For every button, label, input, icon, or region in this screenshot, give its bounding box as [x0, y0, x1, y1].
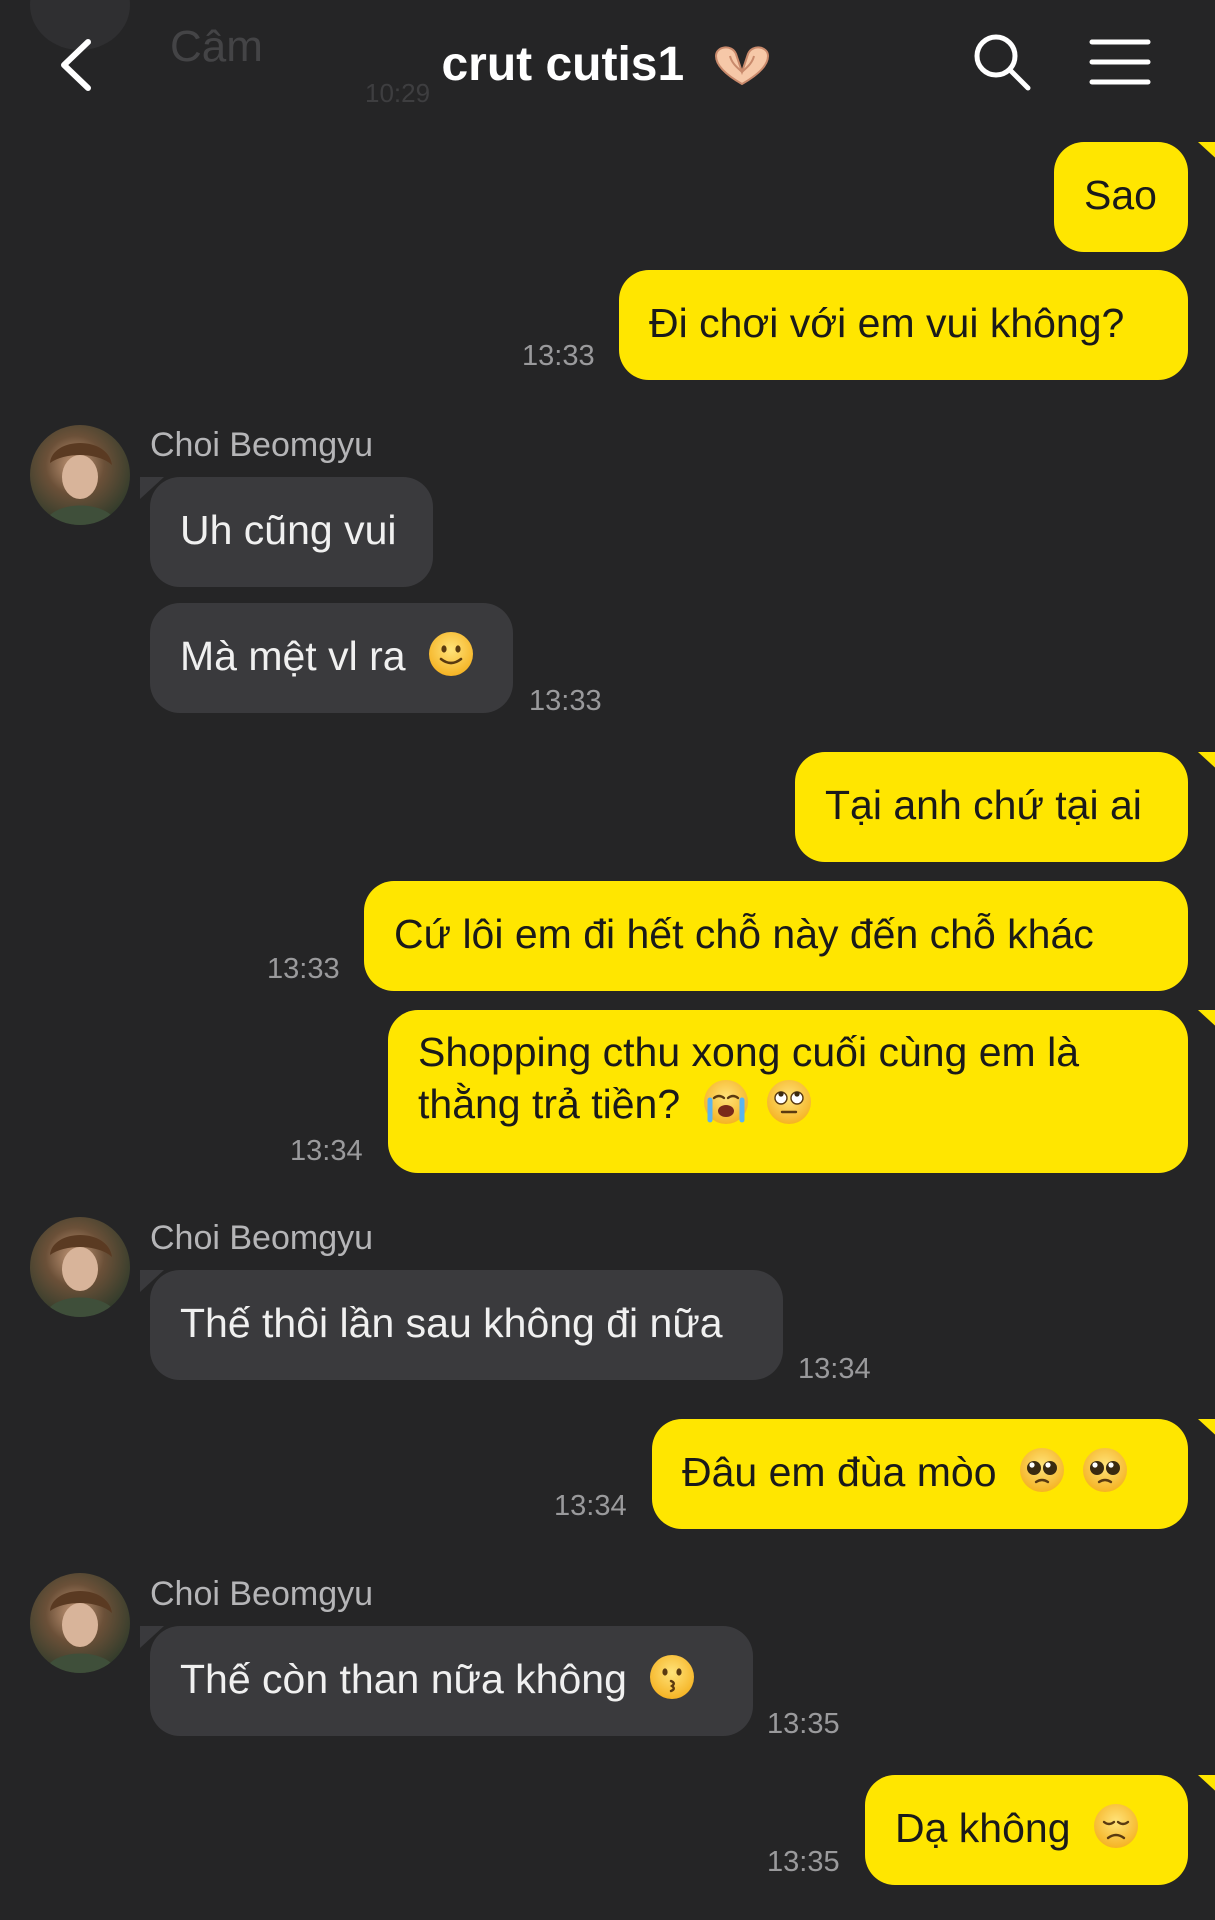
message-bubble-outgoing[interactable]: Tại anh chứ tại ai [795, 752, 1188, 862]
bubble-tail [1198, 1419, 1215, 1441]
message-bubble-incoming[interactable]: Uh cũng vui [150, 477, 433, 587]
message-text: Thế thôi lần sau không đi nữa [180, 1300, 723, 1346]
crying-face-icon [703, 1080, 748, 1124]
message-text: Mà mệt vl ra [180, 633, 406, 679]
message-timestamp: 13:34 [290, 1135, 363, 1167]
pleading-face-icon [1083, 1448, 1128, 1492]
sender-name: Choi Beomgyu [150, 1219, 374, 1257]
message-bubble-outgoing[interactable]: Dạ không [865, 1775, 1188, 1885]
message-bubble-outgoing[interactable]: Đâu em đùa mòo [652, 1419, 1188, 1529]
message-text: Đi chơi với em vui không? [649, 300, 1125, 346]
pleading-face-icon [1019, 1448, 1064, 1492]
hamburger-menu-icon [1089, 39, 1151, 85]
message-text: Thế còn than nữa không [180, 1656, 627, 1702]
eye-roll-face-icon [766, 1080, 811, 1124]
message-timestamp: 13:33 [522, 340, 595, 372]
message-timestamp: 13:35 [767, 1708, 840, 1740]
message-text: Đâu em đùa mòo [682, 1449, 997, 1495]
bubble-tail [1198, 142, 1215, 164]
message-text: Tại anh chứ tại ai [825, 782, 1142, 828]
message-bubble-outgoing[interactable]: Shopping cthu xong cuối cùng em là thằng… [388, 1010, 1188, 1173]
sender-name: Choi Beomgyu [150, 1575, 374, 1613]
bubble-tail [1198, 1010, 1215, 1032]
search-icon [974, 34, 1031, 91]
message-bubble-incoming[interactable]: Thế còn than nữa không [150, 1626, 753, 1736]
bubble-tail [1198, 1775, 1215, 1797]
message-timestamp: 13:35 [767, 1846, 840, 1878]
slightly-smiling-face-icon [428, 632, 473, 676]
message-text: Dạ không [895, 1805, 1071, 1851]
message-bubble-outgoing[interactable]: Cứ lôi em đi hết chỗ này đến chỗ khác [364, 881, 1188, 991]
avatar-photo [30, 1217, 130, 1317]
avatar-photo [30, 425, 130, 525]
bubble-tail [1198, 752, 1215, 774]
message-bubble-outgoing[interactable]: Đi chơi với em vui không? [619, 270, 1188, 380]
message-text: Cứ lôi em đi hết chỗ này đến chỗ khác [394, 911, 1094, 957]
message-timestamp: 13:34 [554, 1490, 627, 1522]
disappointed-face-icon [1093, 1804, 1138, 1848]
message-text: Sao [1084, 172, 1157, 218]
search-button[interactable] [970, 30, 1034, 94]
message-bubble-incoming[interactable]: Mà mệt vl ra [150, 603, 513, 713]
chat-header: Câm 10:29 crut cutis1 [0, 0, 1215, 130]
avatar[interactable] [30, 1573, 130, 1673]
avatar[interactable] [30, 425, 130, 525]
message-timestamp: 13:34 [798, 1353, 871, 1385]
heart-hands-icon [714, 46, 769, 86]
message-text: Uh cũng vui [180, 507, 397, 553]
message-bubble-outgoing[interactable]: Sao [1054, 142, 1188, 252]
message-bubble-incoming[interactable]: Thế thôi lần sau không đi nữa [150, 1270, 783, 1380]
kissing-face-icon [650, 1655, 695, 1699]
message-timestamp: 13:33 [267, 953, 340, 985]
sender-name: Choi Beomgyu [150, 426, 374, 464]
chat-title-text: crut cutis1 [441, 37, 685, 91]
avatar-photo [30, 1573, 130, 1673]
menu-button[interactable] [1088, 36, 1152, 88]
avatar[interactable] [30, 1217, 130, 1317]
message-timestamp: 13:33 [529, 685, 602, 717]
